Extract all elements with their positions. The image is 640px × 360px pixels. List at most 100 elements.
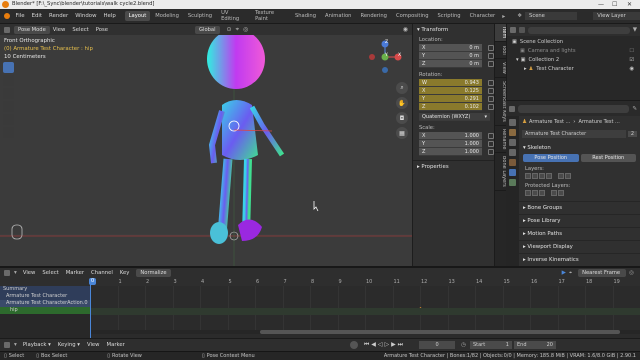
clock-icon[interactable]: ◷ [461,342,466,348]
viewport-menu-select[interactable]: Select [72,27,88,33]
snap-icon[interactable]: ⌖ [236,26,239,34]
add-workspace-icon[interactable]: ▸ [502,13,505,20]
filter-arrow-icon[interactable]: ▶ [562,270,566,276]
viewport-menu-pose[interactable]: Pose [96,27,108,33]
tab-sculpting[interactable]: Sculpting [184,11,216,21]
layer-button[interactable] [565,173,571,179]
snapping-icon[interactable]: ⌖ [569,270,572,277]
timeline-editor-icon[interactable] [4,342,10,348]
visibility-checkbox-icon[interactable]: ☐ [629,47,634,56]
minimize-button[interactable]: — [598,0,604,9]
scale-y-field[interactable]: Y 1.000 [419,140,482,148]
layer-button[interactable] [532,190,538,196]
render-tab-icon[interactable] [509,129,516,136]
tab-scripting[interactable]: Scripting [433,11,464,21]
layer-button[interactable] [558,190,564,196]
tab-texture-paint[interactable]: Texture Paint [251,8,290,24]
record-icon[interactable] [349,341,358,349]
armature-data-tab-icon[interactable] [509,169,516,176]
menu-render[interactable]: Render [49,13,68,19]
location-x-field[interactable]: X0 m [419,44,482,52]
character-left-arm[interactable] [208,110,225,164]
viewport-display-panel[interactable]: ▸ Viewport Display [519,240,640,253]
viewport-menu-view[interactable]: View [53,27,66,33]
output-tab-icon[interactable] [509,139,516,146]
menu-help[interactable]: Help [103,13,115,19]
view-layer-selector[interactable]: View Layer [593,12,640,20]
eye-icon[interactable]: ◉ [629,65,634,74]
menu-window[interactable]: Window [75,13,96,19]
outliner-editor-icon[interactable] [510,27,516,33]
outliner-row-collection-2[interactable]: ▾ ▣ Collection 2 ☑ [510,56,637,65]
pose-position-button[interactable]: Pose Position [523,154,579,162]
viewport-canvas[interactable] [0,35,412,266]
gizmo-neg-z-axis[interactable] [382,67,388,73]
layer-button[interactable] [525,190,531,196]
menu-edit[interactable]: Edit [32,13,42,19]
camera-icon[interactable]: ◘ [396,112,408,124]
dopesheet-area[interactable]: 012345678910111213141516171819 [90,278,640,338]
tab-uv-editing[interactable]: UV Editing [217,8,250,24]
pose-library-panel[interactable]: ▸ Pose Library [519,214,640,227]
timeline-menu-channel[interactable]: Channel [91,270,113,276]
character-right-foot[interactable] [238,219,262,241]
scale-x-field[interactable]: X 1.000 [419,132,482,140]
layer-button[interactable] [558,173,564,179]
tab-animation[interactable]: Animation [321,11,355,21]
layer-button[interactable] [546,173,552,179]
current-frame-indicator[interactable]: 0 [89,278,97,285]
timeline-scrollbar-thumb[interactable] [260,330,620,334]
visibility-checkbox-icon[interactable]: ☑ [629,56,634,65]
object-tab-icon[interactable] [509,159,516,166]
layer-button[interactable] [551,190,557,196]
character-head[interactable] [207,35,265,89]
display-mode-icon[interactable] [519,27,525,33]
bone-tab-icon[interactable] [509,179,516,186]
normalize-toggle[interactable]: Normalize [136,269,171,277]
mode-selector[interactable]: Pose Mode [14,25,50,34]
view-menu[interactable]: View [87,342,100,348]
rest-position-button[interactable]: Rest Position [580,154,636,162]
tab-layout[interactable]: Layout [124,11,151,21]
skeleton-section-header[interactable]: ▾ Skeleton [519,142,640,154]
blender-menu-icon[interactable] [4,13,10,19]
grid-view-icon[interactable]: ▦ [396,127,408,139]
proportional-icon[interactable]: ◎ [629,270,634,276]
outliner-row-test-character[interactable]: ▸ ♟ Test Character ◉ [510,65,637,74]
3d-viewport[interactable]: Pose Mode View Select Pose Global ⊙ ⌖ ◎ … [0,24,412,266]
scene-selector[interactable]: Scene [525,12,578,20]
properties-editor-icon[interactable] [509,105,515,112]
channel-action[interactable]: Armature Test CharacterAction.0 [0,300,90,307]
pin-icon[interactable]: ✎ [632,106,637,112]
start-frame-field[interactable]: Start 1 [469,341,512,349]
pivot-icon[interactable]: ⊙ [227,26,232,33]
channel-summary[interactable]: Summary [0,286,90,293]
protected-layers-grid[interactable] [519,190,640,196]
playback-menu[interactable]: Playback ▾ [23,342,51,348]
maximize-button[interactable]: ☐ [612,0,617,9]
transport-controls[interactable]: ⏮◀◁▷▶⏭ [364,341,405,349]
outliner-row-scene-collection[interactable]: ▣ Scene Collection [510,38,637,47]
location-z-field[interactable]: Z0 m [419,60,482,68]
dopesheet-editor-icon[interactable] [4,270,10,276]
timeline-menu-marker[interactable]: Marker [66,270,84,276]
scene-tab-icon[interactable] [509,149,516,156]
gizmo-neg-x-axis[interactable] [369,54,375,60]
tab-character[interactable]: Character [466,11,500,21]
zoom-icon[interactable]: ⌕ [396,82,408,94]
interpolation-selector[interactable]: Nearest Frame [578,269,627,277]
rotation-z-field[interactable]: Z 0.102 [419,103,482,111]
keying-menu[interactable]: Keying ▾ [58,342,80,348]
mode-dropdown-icon[interactable]: ▾ [14,342,17,348]
layer-button[interactable] [525,173,531,179]
mode-dropdown-icon[interactable]: ▾ [14,270,17,276]
channel-hip[interactable]: hip [0,307,90,314]
outliner-search-input[interactable] [528,26,630,34]
rotation-x-field[interactable]: X 0.125 [419,87,482,95]
transform-orientation-selector[interactable]: Global [194,25,220,34]
current-frame-field[interactable]: 0 [419,341,456,349]
layers-grid[interactable] [519,173,640,179]
timeline-menu-select[interactable]: Select [42,270,58,276]
marker-menu[interactable]: Marker [107,342,125,348]
expand-arrow-icon[interactable]: ▸ [524,66,527,72]
